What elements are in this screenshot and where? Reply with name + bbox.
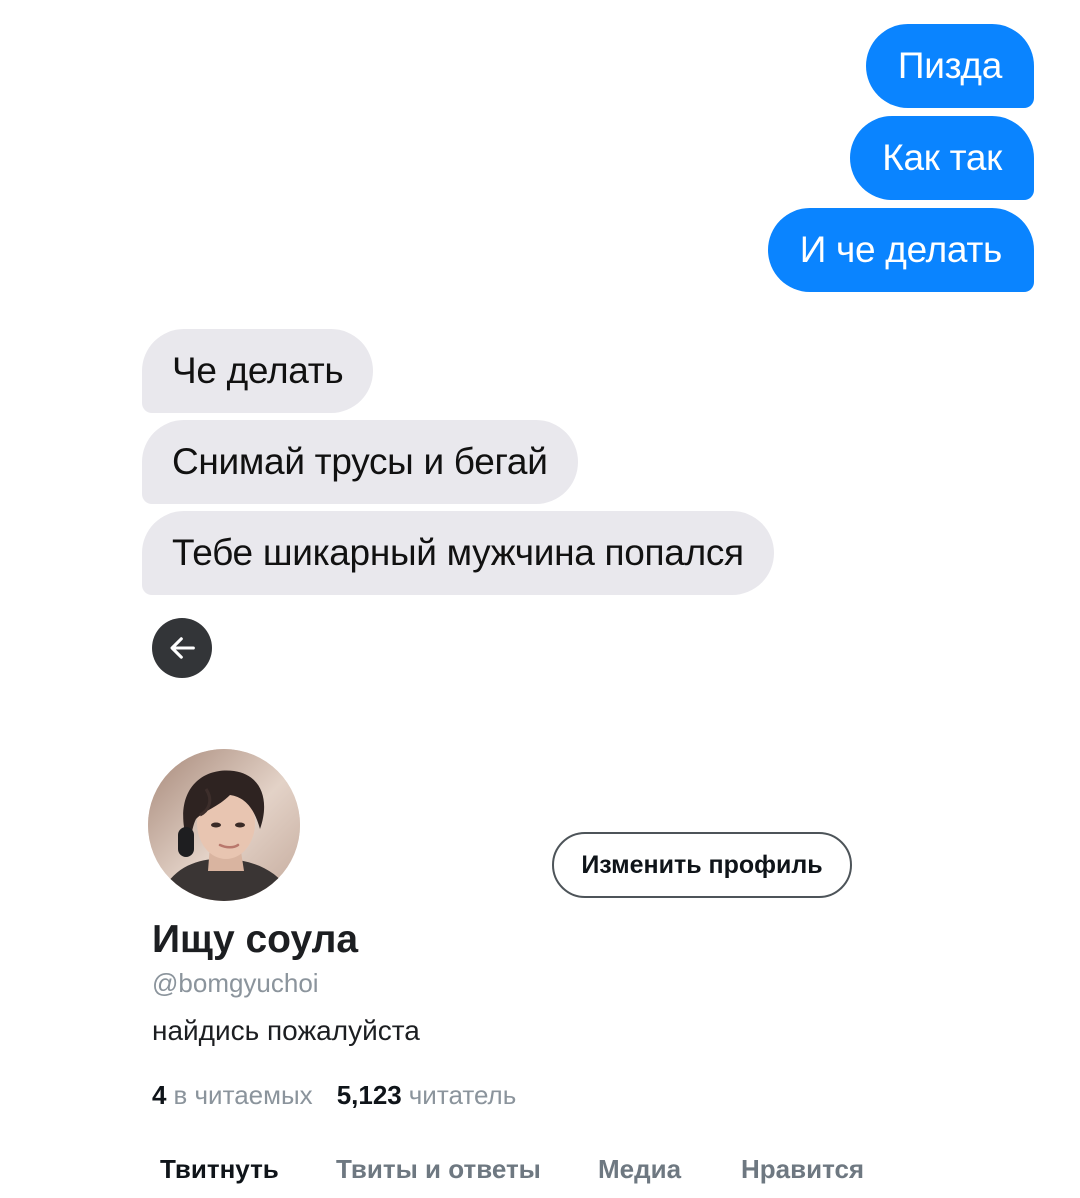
message-text: Че делать xyxy=(172,350,344,391)
message-text: Как так xyxy=(882,137,1002,178)
avatar[interactable] xyxy=(148,749,300,901)
display-name: Ищу соула xyxy=(152,918,359,961)
profile-bio: найдись пожалуйста xyxy=(152,1015,420,1046)
incoming-message[interactable]: Тебе шикарный мужчина попался xyxy=(142,511,774,595)
edit-profile-button[interactable]: Изменить профиль xyxy=(552,832,852,898)
following-count: 4 xyxy=(152,1080,167,1110)
followers-label: читатель xyxy=(408,1080,517,1110)
outgoing-message[interactable]: И че делать xyxy=(767,208,1034,292)
avatar-photo xyxy=(148,749,300,901)
tab-likes[interactable]: Нравится xyxy=(741,1154,864,1185)
message-text: Пизда xyxy=(897,45,1002,86)
profile-tabs: Твитнуть Твиты и ответы Медиа Нравится xyxy=(0,1150,1080,1194)
incoming-message[interactable]: Снимай трусы и бегай xyxy=(142,420,578,504)
arrow-left-icon xyxy=(170,637,195,659)
profile-stats: 4 в читаемых 5,123 читатель xyxy=(152,1080,516,1111)
message-text: Тебе шикарный мужчина попался xyxy=(172,532,744,573)
message-text: Снимай трусы и бегай xyxy=(172,441,548,482)
tab-tweets-and-replies[interactable]: Твиты и ответы xyxy=(336,1154,541,1185)
followers-link[interactable]: 5,123 читатель xyxy=(337,1080,517,1111)
message-text: И че делать xyxy=(799,229,1003,270)
tab-tweets[interactable]: Твитнуть xyxy=(160,1154,279,1185)
incoming-message[interactable]: Че делать xyxy=(142,329,374,413)
back-button[interactable] xyxy=(152,618,212,678)
tab-media[interactable]: Медиа xyxy=(598,1154,681,1185)
outgoing-message[interactable]: Пизда xyxy=(865,24,1034,108)
following-label: в читаемых xyxy=(173,1080,313,1110)
user-handle: @bomgyuchoi xyxy=(152,968,319,998)
outgoing-message[interactable]: Как так xyxy=(850,116,1034,200)
followers-count: 5,123 xyxy=(336,1080,402,1110)
following-link[interactable]: 4 в читаемых xyxy=(152,1080,313,1111)
